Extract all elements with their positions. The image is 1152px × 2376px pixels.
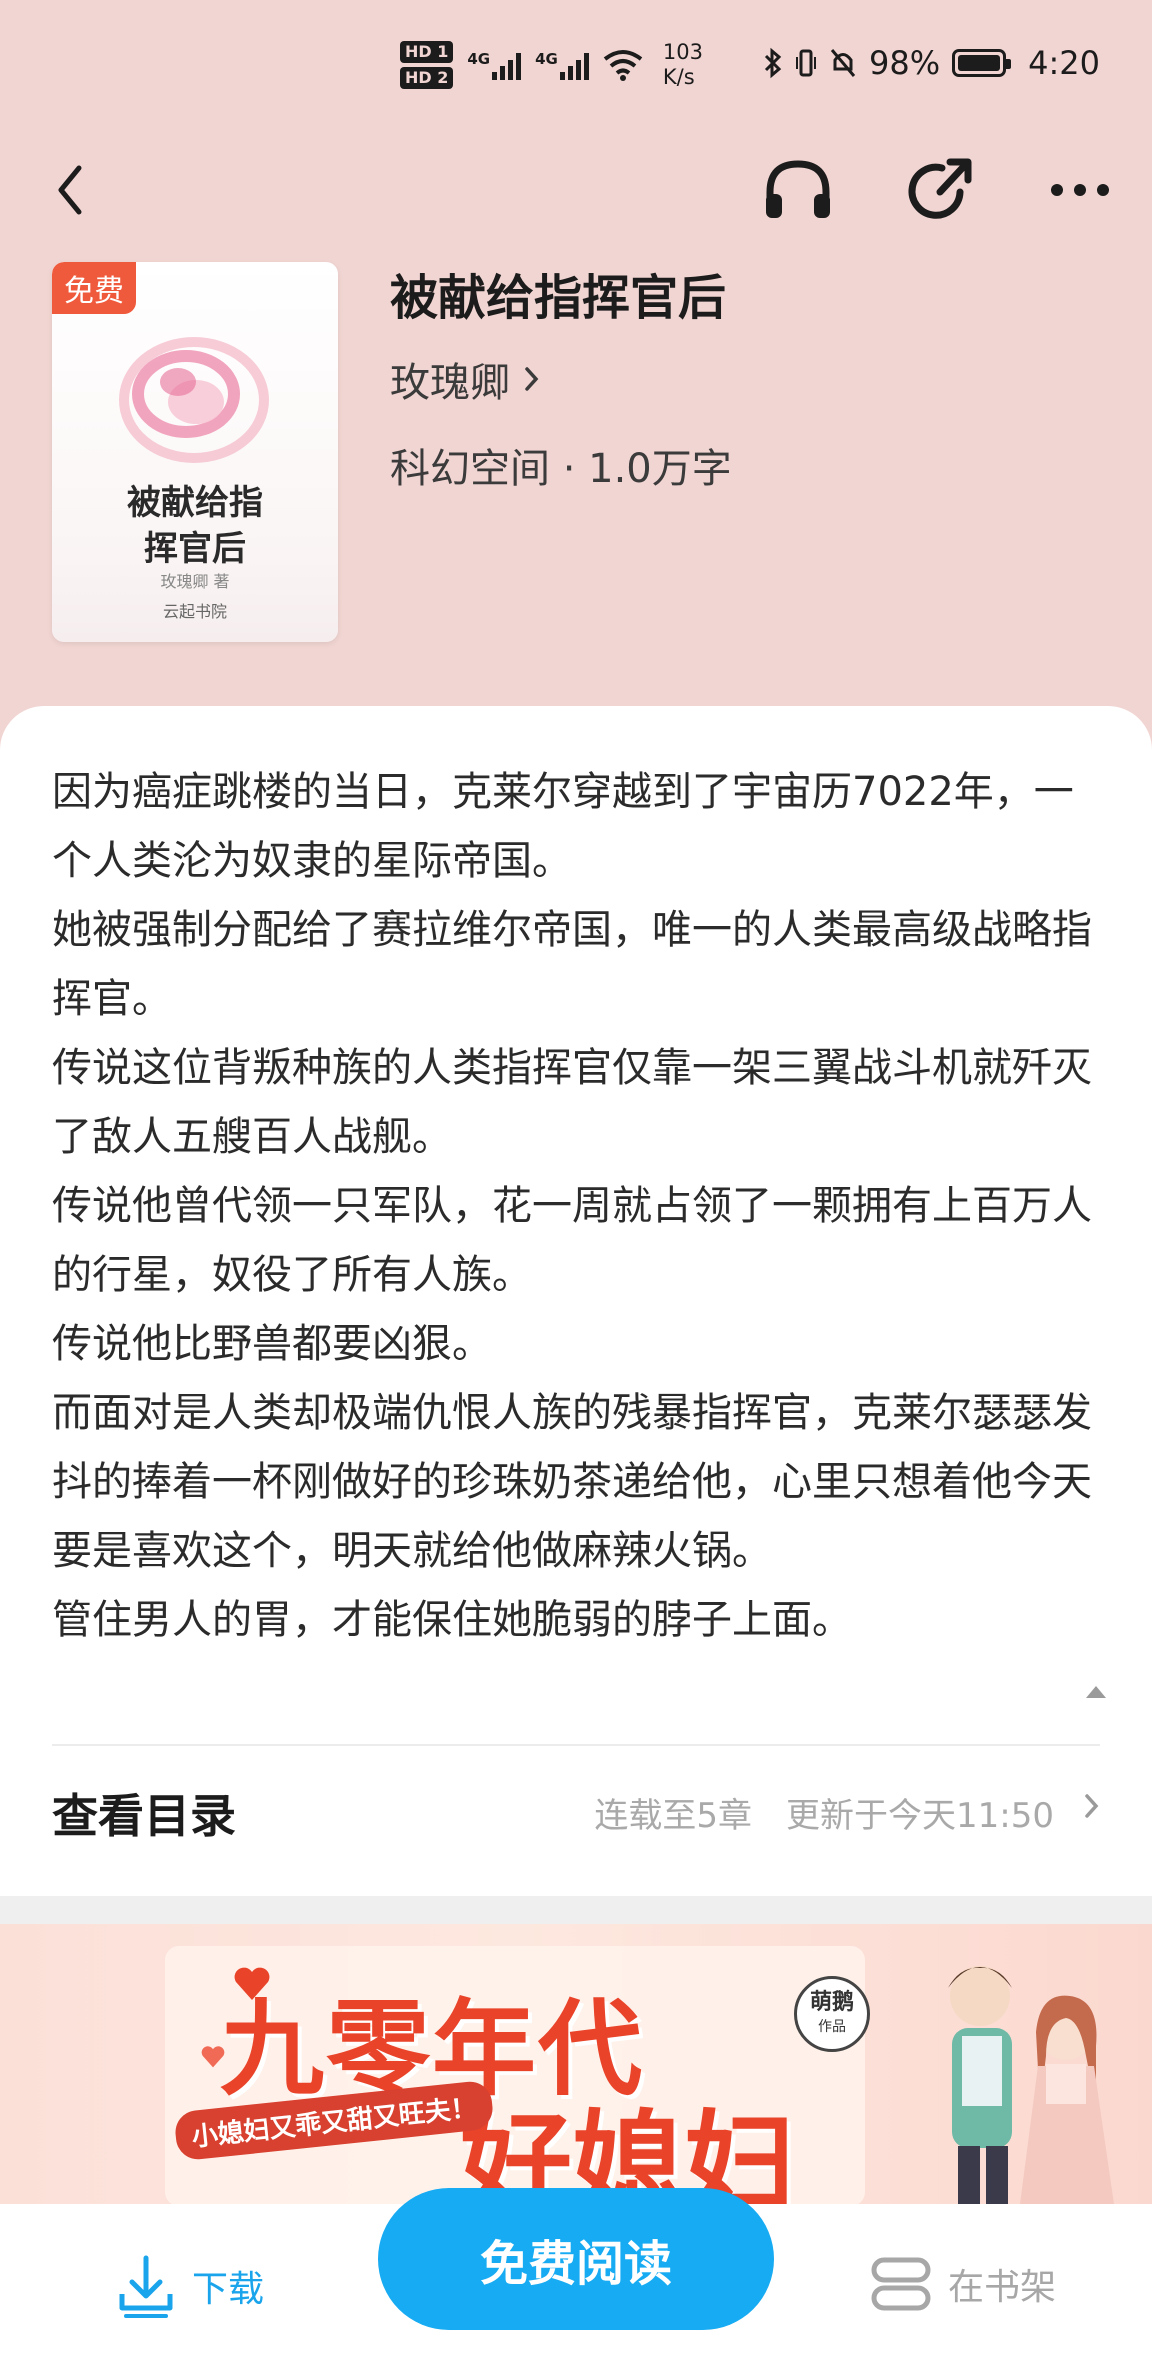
book-title: 被献给指挥官后 [390,270,727,326]
synopsis-paragraph: 而面对是人类却极端仇恨人族的残暴指挥官，克莱尔瑟瑟发抖的捧着一杯刚做好的珍珠奶茶… [52,1390,1092,1574]
more-dots-icon [1051,184,1109,196]
wifi-icon [603,50,643,81]
battery-icon [952,49,1012,77]
synopsis-paragraph: 因为癌症跳楼的当日，克莱尔穿越到了宇宙历7022年，一个人类沦为奴隶的星际帝国。 [52,769,1074,884]
status-right: 98% 4:20 [763,44,1100,82]
synopsis-paragraph: 传说他曾代领一只军队，花一周就占领了一颗拥有上百万人的行星，奴役了所有人族。 [52,1183,1092,1298]
banner-title-2: 好媳妇 [460,2099,796,2204]
clock: 4:20 [1028,44,1100,82]
chevron-left-icon [58,165,82,215]
cover-title-line1: 被献给指 [127,483,263,523]
cover-publisher: 云起书院 [162,602,227,621]
table-of-contents-row[interactable]: 查看目录 连载至5章 更新于今天11:50 [0,1746,1152,1880]
speed-value: 103 [662,40,703,64]
toc-title: 查看目录 [52,1789,236,1843]
headphones-icon [766,160,830,218]
free-tag: 免费 [52,262,136,314]
synopsis-card: 因为癌症跳楼的当日，克莱尔穿越到了宇宙历7022年，一个人类沦为奴隶的星际帝国。… [0,706,1152,1896]
signal-2-icon: 4G [535,50,589,80]
free-read-button[interactable]: 免费阅读 [378,2188,774,2330]
download-icon [119,2255,173,2318]
synopsis-paragraph: 传说这位背叛种族的人类指挥官仅靠一架三翼战斗机就歼灭了敌人五艘百人战舰。 [52,1045,1092,1160]
couple-illustration [948,1966,1114,2204]
top-toolbar [0,140,1152,240]
net1-label: 4G [467,50,491,68]
download-button[interactable]: 下载 [116,2254,264,2318]
synopsis-paragraph: 她被强制分配给了赛拉维尔帝国，唯一的人类最高级战略指挥官。 [52,907,1092,1022]
listen-button[interactable] [748,140,848,240]
bookshelf-button[interactable]: 在书架 [870,2256,1056,2312]
bottom-action-bar: 下载 免费阅读 在书架 [0,2188,1152,2376]
promo-banner[interactable]: 九零年代 好媳妇 小媳妇又乖又甜又旺夫！ 萌鹅 作品 [0,1924,1152,2204]
back-button[interactable] [20,140,120,240]
hd-indicators: HD 1 HD 2 [400,41,454,89]
collapse-arrow-icon[interactable] [1086,1686,1106,1698]
chevron-right-icon [525,367,539,391]
author-name: 玫瑰卿 [390,360,510,406]
book-cover[interactable]: 免费 被献给指 挥官后 玫瑰卿 著 云起书院 [52,262,338,642]
section-gap [0,1896,1152,1924]
vibrate-icon [796,49,817,77]
share-button[interactable] [890,140,990,240]
synopsis-text: 因为癌症跳楼的当日，克莱尔穿越到了宇宙历7022年，一个人类沦为奴隶的星际帝国。… [52,758,1102,1655]
badge-bottom: 作品 [818,2019,846,2035]
bookshelf-label: 在书架 [948,2267,1057,2308]
status-bar: HD 1 HD 2 4G 4G 103 K/s 98% 4:20 [0,0,1152,136]
publisher-badge: 萌鹅 作品 [794,1976,870,2052]
network-speed: 103 K/s [663,40,703,90]
download-label: 下载 [192,2269,265,2310]
share-icon [908,158,972,219]
cover-author: 玫瑰卿 著 [160,572,230,591]
book-detail-page: HD 1 HD 2 4G 4G 103 K/s 98% 4:20 免费 被献给指… [0,0,1152,2376]
mute-bell-icon [830,49,856,77]
net2-label: 4G [535,50,558,68]
cover-title-line2: 挥官后 [144,529,246,569]
badge-top: 萌鹅 [809,1990,854,2015]
signal-group: HD 1 HD 2 4G 4G 103 K/s [400,40,703,90]
synopsis-paragraph: 管住男人的胃，才能保住她脆弱的脖子上面。 [52,1597,852,1643]
bookshelf-icon [871,2257,931,2311]
synopsis-paragraph: 传说他比野兽都要凶狠。 [52,1321,492,1367]
battery-percent: 98% [869,44,941,82]
toc-status: 连载至5章 更新于今天11:50 [594,1796,1054,1836]
cover-swirl-art [119,337,269,463]
cover-title: 被献给指 挥官后 [52,480,338,572]
hd2-badge: HD 2 [400,67,454,89]
bluetooth-icon [764,47,782,79]
chevron-right-icon [1085,1794,1099,1818]
signal-1-icon: 4G [467,50,522,80]
author-link[interactable]: 玫瑰卿 [390,350,540,408]
hd1-badge: HD 1 [400,41,454,63]
more-button[interactable] [1030,140,1130,240]
speed-unit: K/s [662,65,695,89]
book-meta: 科幻空间 · 1.0万字 [390,446,732,492]
